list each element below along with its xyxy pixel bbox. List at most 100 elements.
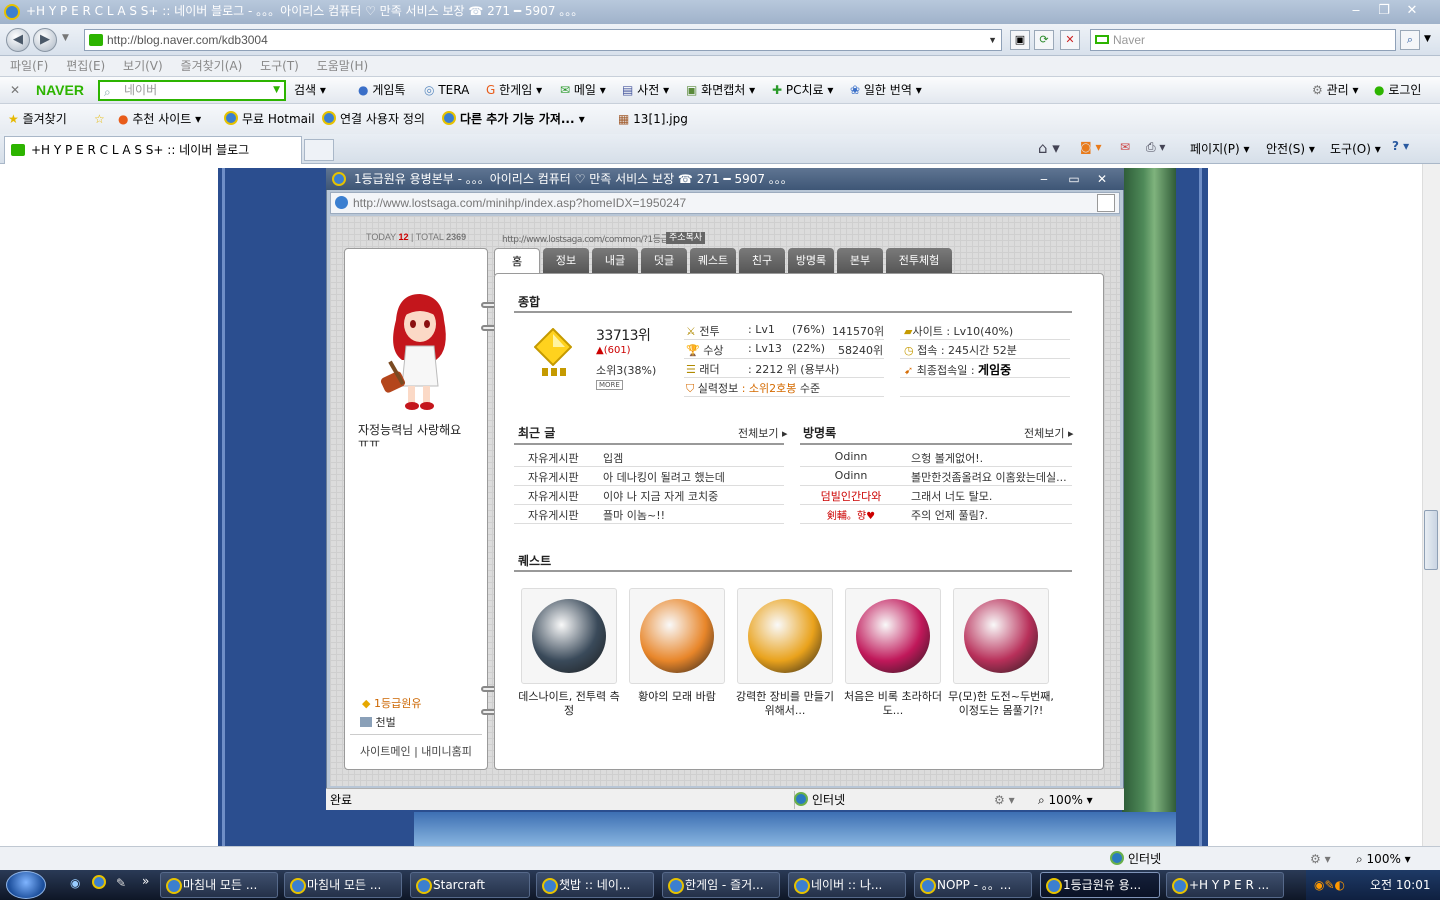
protected-mode-icon[interactable]: ⚙ ▾ bbox=[994, 789, 1015, 811]
protected-mode-icon[interactable]: ⚙ ▾ bbox=[1310, 847, 1331, 871]
menu-view[interactable]: 보기(V) bbox=[123, 59, 163, 73]
print-icon[interactable]: ⎙ ▾ bbox=[1146, 140, 1165, 155]
quicklaunch-icon[interactable]: ◉ bbox=[70, 876, 80, 890]
menu-help[interactable]: 도움말(H) bbox=[317, 59, 369, 73]
guest-name[interactable]: 剣輔。향♥ bbox=[800, 507, 902, 522]
search-icon[interactable]: ⌕ bbox=[1400, 30, 1420, 50]
zoom[interactable]: ⌕ 100% ▾ bbox=[1356, 847, 1411, 871]
fav-hotmail[interactable]: 무료 Hotmail bbox=[224, 104, 315, 134]
tab-blog[interactable]: +H Y P E R C L A S S+ :: 네이버 블로그 bbox=[4, 136, 302, 164]
tab-home[interactable]: 홈 bbox=[494, 248, 540, 275]
page-menu[interactable]: 페이지(P) ▾ bbox=[1190, 140, 1250, 157]
toolbar-dictionary[interactable]: ▤ 사전 ▾ bbox=[622, 77, 669, 103]
task-item[interactable]: 네이버 :: 나... bbox=[788, 872, 906, 898]
task-item[interactable]: 마침내 모든 ... bbox=[284, 872, 402, 898]
footer-links[interactable]: 사이트메인 | 내미니홈피 bbox=[360, 743, 472, 759]
stop-icon[interactable]: ✕ bbox=[1060, 30, 1080, 50]
chevron-down-icon[interactable]: ▼ bbox=[988, 30, 997, 50]
menu-file[interactable]: 파일(F) bbox=[10, 59, 48, 73]
tab-battle[interactable]: 전투체험 bbox=[886, 248, 952, 274]
fav-image[interactable]: ▦ 13[1].jpg bbox=[618, 104, 688, 134]
tools-menu[interactable]: 도구(O) ▾ bbox=[1330, 140, 1381, 157]
menu-favorites[interactable]: 즐겨찾기(A) bbox=[181, 59, 243, 73]
task-item-active[interactable]: 1등급원유 용... bbox=[1040, 872, 1160, 898]
scrollbar-thumb[interactable] bbox=[1424, 510, 1438, 570]
popup-zoom[interactable]: ⌕ 100% ▾ bbox=[1038, 789, 1093, 811]
toolbar-translate[interactable]: ❀ 일한 번역 ▾ bbox=[850, 77, 922, 103]
search-options-icon[interactable]: ▼ bbox=[1424, 34, 1431, 44]
task-item[interactable]: NOPP - 。。... bbox=[914, 872, 1032, 898]
quest-card[interactable] bbox=[953, 588, 1049, 684]
maximize-button[interactable]: ❐ bbox=[1372, 2, 1396, 20]
compat-view-icon[interactable] bbox=[1097, 194, 1115, 212]
popup-maximize-button[interactable]: ▭ bbox=[1062, 168, 1086, 190]
naver-search-button[interactable]: 검색 ▾ bbox=[294, 77, 326, 103]
guestbook-view-all[interactable]: 전체보기 ▸ bbox=[1024, 425, 1074, 441]
tab-posts[interactable]: 내글 bbox=[592, 248, 638, 274]
compat-view-icon[interactable]: ▣ bbox=[1010, 30, 1030, 50]
tray-icons[interactable]: ◉✎◐ bbox=[1314, 870, 1345, 900]
ie-icon[interactable] bbox=[92, 875, 106, 889]
toolbar-mail[interactable]: ✉ 메일 ▾ bbox=[560, 77, 606, 103]
tab-hq[interactable]: 본부 bbox=[837, 248, 883, 274]
minimize-button[interactable]: ‒ bbox=[1344, 2, 1368, 20]
chevron-down-icon[interactable]: ▼ bbox=[273, 82, 280, 99]
copy-url-button[interactable]: 주소복사 bbox=[666, 232, 706, 244]
guest-name[interactable]: Odinn bbox=[800, 450, 902, 463]
toolbar-tera[interactable]: ◎ TERA bbox=[424, 77, 469, 103]
menu-tools[interactable]: 도구(T) bbox=[260, 59, 299, 73]
refresh-icon[interactable]: ⟳ bbox=[1034, 30, 1054, 50]
guest-name[interactable]: 덤빌인간다와 bbox=[800, 488, 902, 504]
history-dropdown-icon[interactable]: ▼ bbox=[62, 33, 69, 43]
toolbar-pccare[interactable]: ✚ PC치료 ▾ bbox=[772, 77, 833, 103]
guest-name[interactable]: Odinn bbox=[800, 469, 902, 482]
toolbar-manage[interactable]: ⚙ 관리 ▾ bbox=[1312, 77, 1359, 103]
task-item[interactable]: 마침내 모든 ... bbox=[160, 872, 278, 898]
search-input[interactable]: Naver bbox=[1090, 29, 1396, 51]
home-icon[interactable]: ⌂ ▾ bbox=[1038, 139, 1060, 157]
toolbar-gametalk[interactable]: ● 게임톡 bbox=[358, 77, 405, 103]
post-title[interactable]: 플마 이놈~!! bbox=[603, 507, 665, 523]
task-item[interactable]: Starcraft bbox=[410, 872, 530, 898]
post-title[interactable]: 아 데나킹이 될려고 했는데 bbox=[603, 469, 725, 485]
toolbar-login[interactable]: ● 로그인 bbox=[1374, 77, 1421, 103]
mail-icon[interactable]: ✉ bbox=[1120, 140, 1130, 154]
new-tab-button[interactable] bbox=[304, 139, 334, 161]
popup-minimize-button[interactable]: ‒ bbox=[1032, 168, 1056, 190]
toolbar-close-icon[interactable]: ✕ bbox=[10, 77, 20, 103]
page-scrollbar[interactable] bbox=[1422, 164, 1440, 846]
tab-comments[interactable]: 덧글 bbox=[641, 248, 687, 274]
recent-view-all[interactable]: 전체보기 ▸ bbox=[738, 425, 788, 441]
tab-guestbook[interactable]: 방명록 bbox=[788, 248, 834, 274]
task-item[interactable]: 한게임 - 즐거... bbox=[662, 872, 780, 898]
more-icon[interactable]: » bbox=[142, 874, 149, 888]
close-button[interactable]: ✕ bbox=[1400, 2, 1424, 20]
quest-card[interactable] bbox=[521, 588, 617, 684]
tab-info[interactable]: 정보 bbox=[543, 248, 589, 274]
add-favorite-icon[interactable]: ☆ bbox=[94, 104, 105, 134]
back-button[interactable]: ◀ bbox=[6, 28, 30, 52]
fav-recommended[interactable]: ● 추천 사이트 ▾ bbox=[118, 104, 201, 134]
post-title[interactable]: 이야 나 지금 자게 코치중 bbox=[603, 488, 718, 504]
menu-edit[interactable]: 편집(E) bbox=[66, 59, 105, 73]
task-item[interactable]: +H Y P E R ... bbox=[1166, 872, 1284, 898]
address-input[interactable]: http://blog.naver.com/kdb3004 ▼ bbox=[84, 29, 1002, 51]
help-icon[interactable]: ? ▾ bbox=[1392, 139, 1409, 153]
rss-icon[interactable]: ◙ ▾ bbox=[1080, 140, 1101, 154]
popup-close-button[interactable]: ✕ bbox=[1090, 168, 1114, 190]
quest-card[interactable] bbox=[737, 588, 833, 684]
post-title[interactable]: 입겜 bbox=[603, 450, 623, 466]
pen-icon[interactable]: ✎ bbox=[116, 876, 126, 890]
tab-quest[interactable]: 퀘스트 bbox=[690, 248, 736, 274]
toolbar-screencapture[interactable]: ▣ 화면캡처 ▾ bbox=[686, 77, 755, 103]
tab-friends[interactable]: 친구 bbox=[739, 248, 785, 274]
quest-card[interactable] bbox=[845, 588, 941, 684]
start-button[interactable] bbox=[6, 871, 46, 899]
naver-search-input[interactable]: ⌕ 네이버 ▼ bbox=[98, 80, 286, 101]
task-item[interactable]: 챗밥 :: 네이... bbox=[536, 872, 654, 898]
popup-address[interactable]: http://www.lostsaga.com/minihp/index.asp… bbox=[330, 192, 1120, 214]
toolbar-hangame[interactable]: G 한게임 ▾ bbox=[486, 77, 542, 103]
fav-custom-links[interactable]: 연결 사용자 정의 bbox=[322, 104, 425, 134]
fav-addons[interactable]: 다른 추가 기능 가져... ▾ bbox=[442, 104, 585, 134]
safety-menu[interactable]: 안전(S) ▾ bbox=[1266, 140, 1315, 157]
